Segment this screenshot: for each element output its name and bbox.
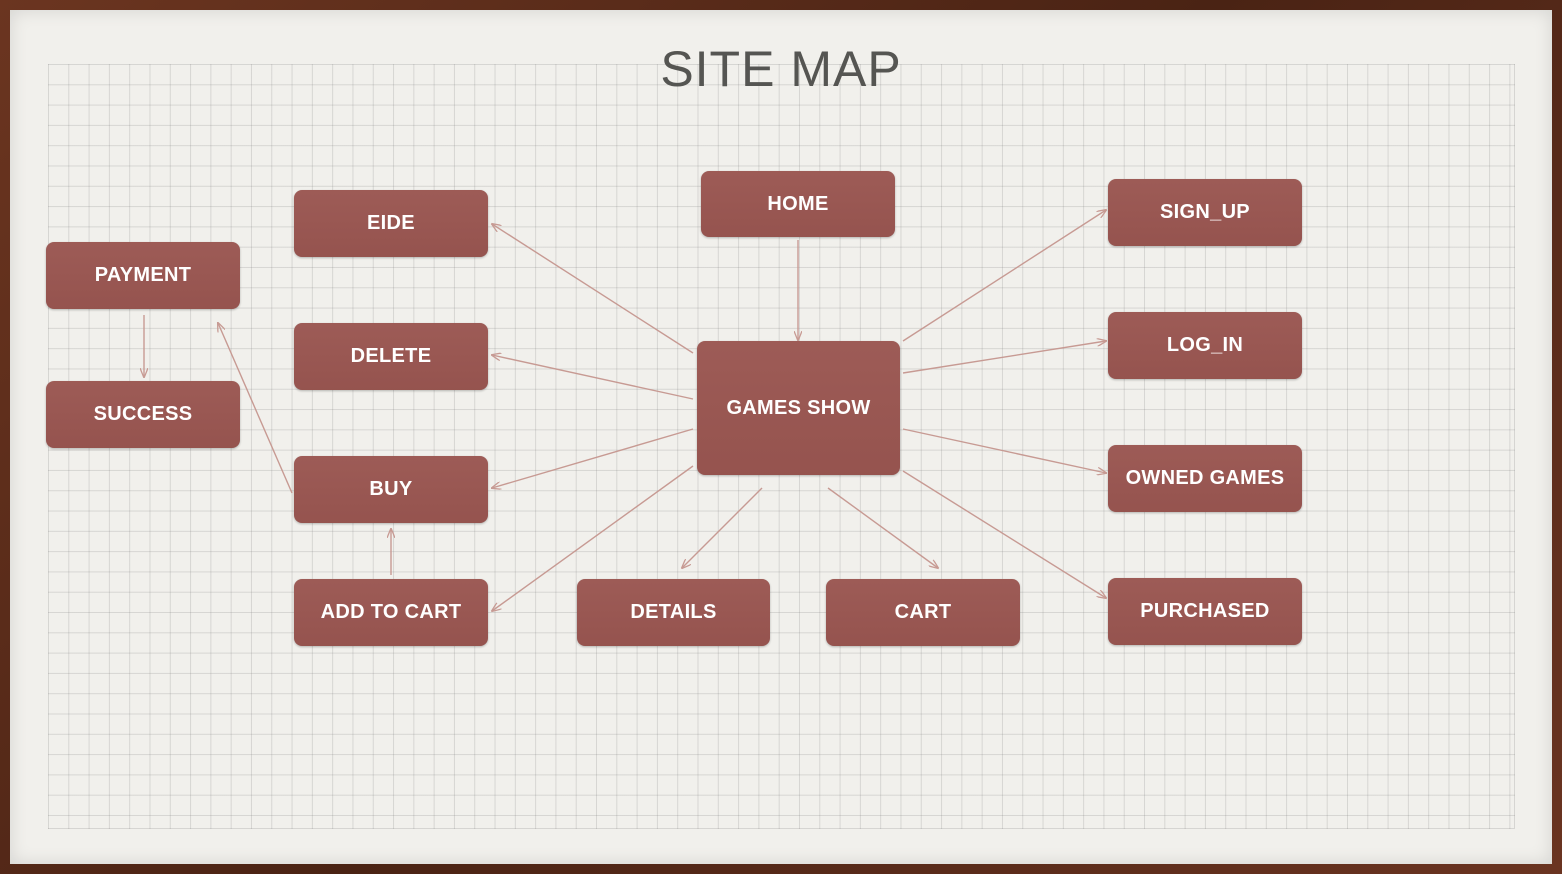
edge-games-show-log-in <box>902 341 1106 374</box>
edge-games-show-buy <box>492 428 694 488</box>
edge-games-show-cart <box>827 487 938 568</box>
edge-games-show-sign-up <box>902 210 1106 342</box>
edge-games-show-eide <box>492 224 694 354</box>
node-cart: CART <box>826 579 1020 646</box>
node-purchased: PURCHASED <box>1108 578 1302 645</box>
edge-games-show-details <box>682 487 763 568</box>
node-sign-up: SIGN_UP <box>1108 179 1302 246</box>
node-log-in: LOG_IN <box>1108 312 1302 379</box>
node-buy: BUY <box>294 456 488 523</box>
edge-games-show-owned-games <box>902 428 1106 473</box>
node-delete: DELETE <box>294 323 488 390</box>
node-success: SUCCESS <box>46 381 240 448</box>
node-owned-games: OWNED GAMES <box>1108 445 1302 512</box>
node-payment: PAYMENT <box>46 242 240 309</box>
node-details: DETAILS <box>577 579 770 646</box>
node-add-to-cart: ADD TO CART <box>294 579 488 646</box>
node-games-show: GAMES SHOW <box>697 341 900 475</box>
node-eide: EIDE <box>294 190 488 257</box>
edge-games-show-delete <box>492 355 694 400</box>
node-home: HOME <box>701 171 895 237</box>
